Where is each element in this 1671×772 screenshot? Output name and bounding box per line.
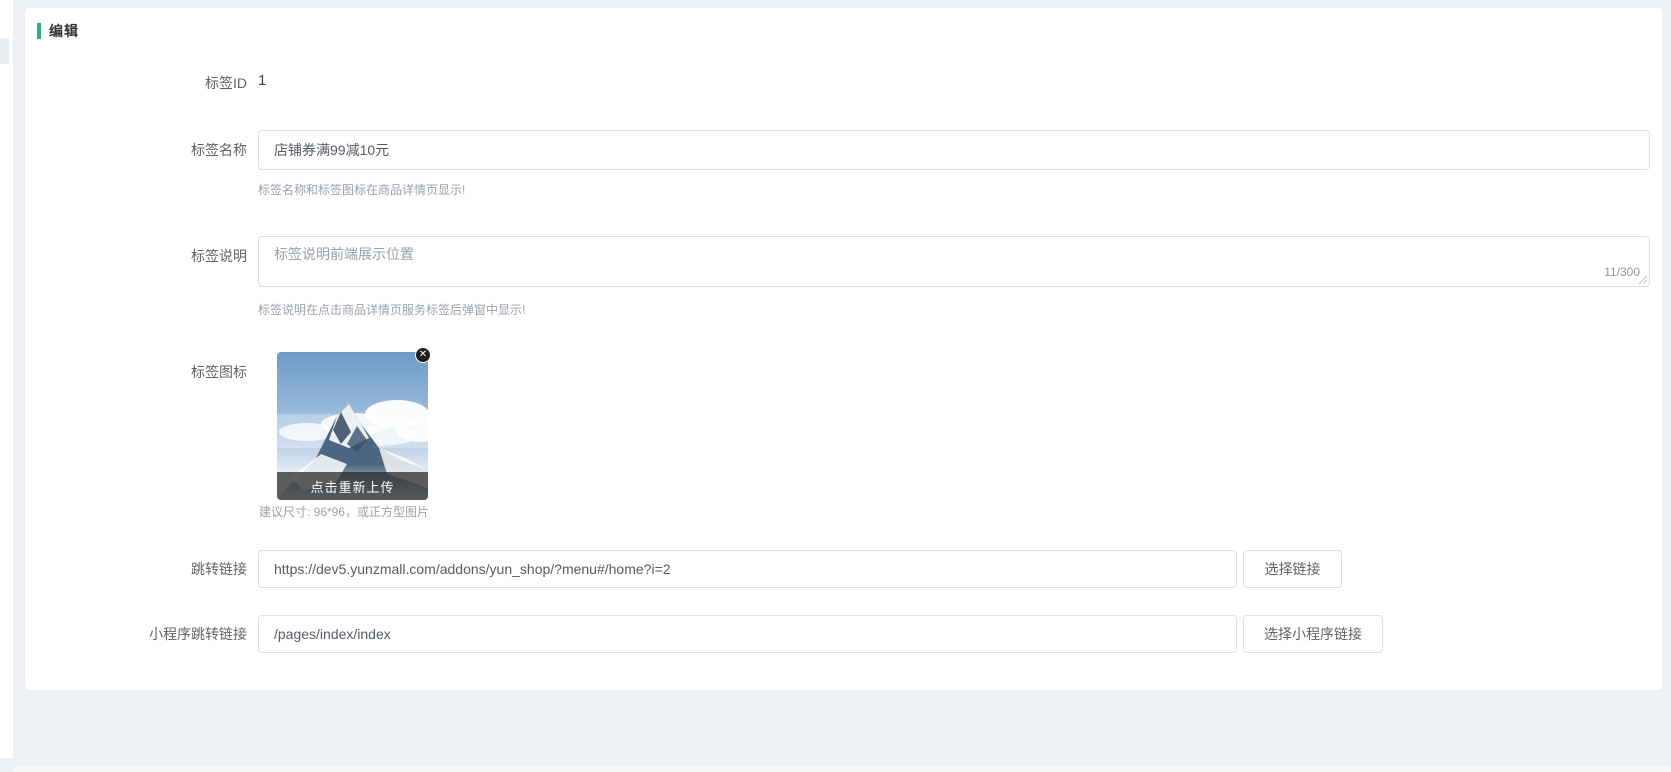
left-rail bbox=[0, 0, 13, 772]
jump-link-input[interactable] bbox=[258, 550, 1237, 588]
tag-desc-textarea[interactable]: 标签说明前端展示位置 bbox=[258, 236, 1650, 287]
word-counter: 11/300 bbox=[1600, 265, 1640, 279]
tag-desc-field: 标签说明前端展示位置 11/300 bbox=[258, 236, 1650, 287]
page-title: 编辑 bbox=[49, 21, 79, 41]
mini-link-input[interactable] bbox=[258, 615, 1237, 653]
tag-icon-help: 建议尺寸: 96*96，或正方型图片 bbox=[259, 505, 429, 519]
mini-link-label: 小程序跳转链接 bbox=[25, 624, 247, 644]
remove-icon-button[interactable]: ✕ bbox=[415, 347, 431, 363]
tag-desc-label: 标签说明 bbox=[25, 246, 247, 266]
icon-upload-preview[interactable]: 点击重新上传 bbox=[277, 352, 428, 500]
jump-link-label: 跳转链接 bbox=[25, 559, 247, 579]
resize-handle-icon[interactable] bbox=[1637, 274, 1647, 284]
tag-id-value: 1 bbox=[258, 72, 266, 89]
tag-icon-label: 标签图标 bbox=[25, 362, 247, 382]
edit-card: 编辑 标签ID 1 标签名称 标签名称和标签图标在商品详情页显示! 标签说明 标… bbox=[25, 8, 1662, 690]
tag-desc-help: 标签说明在点击商品详情页服务标签后弹窗中显示! bbox=[258, 303, 525, 317]
select-link-button[interactable]: 选择链接 bbox=[1243, 550, 1342, 588]
section-header: 编辑 bbox=[37, 22, 79, 40]
left-rail-thumb bbox=[0, 38, 9, 64]
tag-name-help: 标签名称和标签图标在商品详情页显示! bbox=[258, 183, 465, 197]
accent-bar bbox=[37, 23, 41, 39]
bottom-band bbox=[13, 767, 1671, 772]
select-mini-link-button[interactable]: 选择小程序链接 bbox=[1243, 615, 1383, 653]
tag-name-input[interactable] bbox=[258, 130, 1650, 170]
left-rail-bottom bbox=[0, 758, 13, 772]
close-icon: ✕ bbox=[419, 349, 427, 360]
page: 编辑 标签ID 1 标签名称 标签名称和标签图标在商品详情页显示! 标签说明 标… bbox=[0, 0, 1671, 772]
reupload-overlay[interactable]: 点击重新上传 bbox=[277, 472, 428, 500]
tag-name-label: 标签名称 bbox=[25, 140, 247, 160]
tag-id-label: 标签ID bbox=[25, 73, 247, 93]
